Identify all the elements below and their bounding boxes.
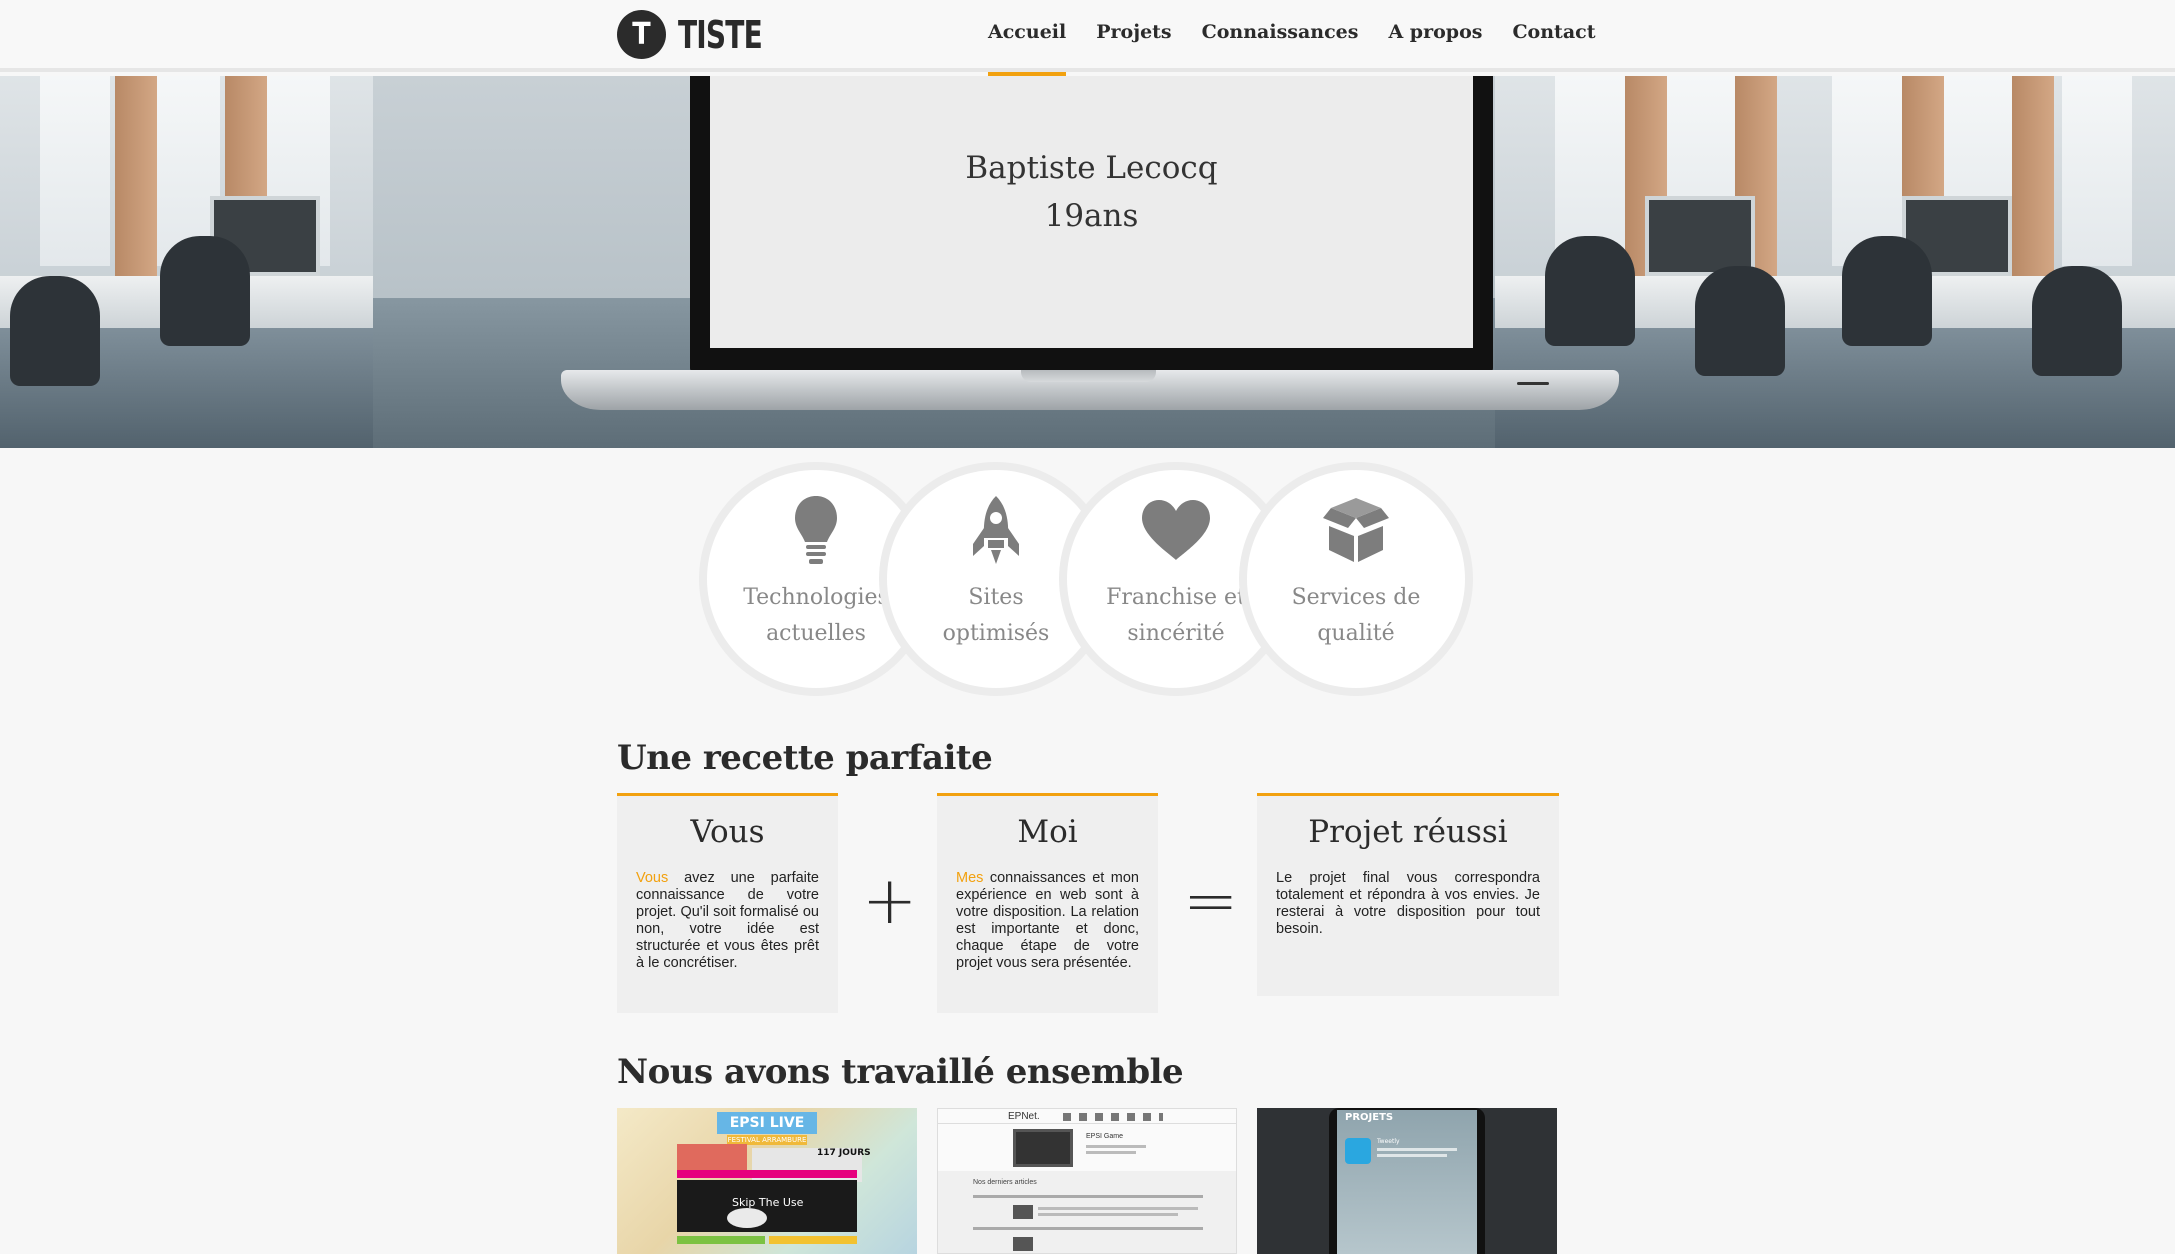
nav-a-propos[interactable]: A propos bbox=[1388, 0, 1482, 72]
logo-text: TISTE bbox=[678, 12, 763, 57]
card-text: Vous avez une parfaite connaissance de v… bbox=[636, 870, 819, 972]
nav-contact[interactable]: Contact bbox=[1512, 0, 1595, 72]
site-header: T TISTE Accueil Projets Connaissances A … bbox=[0, 0, 2175, 76]
card-body: Le projet final vous correspondra totale… bbox=[1276, 870, 1540, 937]
thumb-band: Skip The Use bbox=[732, 1196, 804, 1209]
nav-projets[interactable]: Projets bbox=[1096, 0, 1171, 72]
rocket-icon bbox=[969, 492, 1023, 568]
features-row: Technologies actuelles Sites optimisés Fra… bbox=[700, 470, 1465, 690]
hero-age: 19ans bbox=[1044, 198, 1139, 234]
nav-connaissances[interactable]: Connaissances bbox=[1202, 0, 1359, 72]
card-title: Vous bbox=[690, 814, 765, 850]
card-title: Projet réussi bbox=[1308, 814, 1508, 850]
card-vous: Vous Vous avez une parfaite connaissance… bbox=[617, 793, 838, 1013]
plus-sign: + bbox=[862, 862, 918, 939]
card-projet-reussi: Projet réussi Le projet final vous corre… bbox=[1257, 793, 1559, 996]
project-thumb-mobile-app[interactable]: PROJETS Tweetly bbox=[1257, 1108, 1557, 1254]
card-text: Mes connaissances et mon expérience en w… bbox=[956, 870, 1139, 972]
office-photo-far-right bbox=[1802, 76, 2175, 448]
laptop-screen: Baptiste Lecocq 19ans bbox=[690, 76, 1493, 374]
laptop-base bbox=[561, 370, 1619, 410]
logo[interactable]: T TISTE bbox=[617, 10, 780, 59]
work-heading: Nous avons travaillé ensemble bbox=[617, 1052, 1184, 1092]
feature-label-line1: Services de bbox=[1291, 585, 1421, 610]
feature-label-line1: Sites bbox=[968, 585, 1024, 610]
feature-label-line2: sincérité bbox=[1127, 621, 1225, 646]
laptop-display: Baptiste Lecocq 19ans bbox=[710, 76, 1473, 348]
feature-label-line1: Technologies bbox=[743, 585, 889, 610]
card-title: Moi bbox=[1017, 814, 1078, 850]
office-photo-left bbox=[0, 76, 373, 448]
heart-icon bbox=[1140, 492, 1212, 568]
feature-label-line2: actuelles bbox=[766, 621, 866, 646]
card-moi: Moi Mes connaissances et mon expérience … bbox=[937, 793, 1158, 1013]
feature-services: Services de qualité bbox=[1247, 470, 1465, 688]
project-thumb-epnet[interactable]: EPNet. EPSI Game Nos derniers articles bbox=[937, 1108, 1237, 1254]
card-highlight: Vous bbox=[636, 870, 669, 886]
box-icon bbox=[1321, 492, 1391, 568]
main-nav: Accueil Projets Connaissances A propos C… bbox=[988, 0, 1625, 76]
thumb-item: Tweetly bbox=[1377, 1138, 1400, 1145]
thumb-app: EPSI Game bbox=[1086, 1133, 1123, 1140]
card-body: connaissances et mon expérience en web s… bbox=[956, 870, 1139, 971]
equals-sign: = bbox=[1183, 862, 1239, 939]
hero-banner: Baptiste Lecocq 19ans bbox=[0, 76, 2175, 448]
thumb-brand: EPNet. bbox=[1008, 1111, 1040, 1122]
thumb-days: 117 JOURS bbox=[817, 1148, 871, 1158]
thumb-title: EPSI LIVE bbox=[717, 1112, 817, 1134]
recipe-heading: Une recette parfaite bbox=[617, 738, 993, 778]
card-highlight: Mes bbox=[956, 870, 984, 886]
feature-label-line2: optimisés bbox=[942, 621, 1050, 646]
logo-mark: T bbox=[617, 10, 666, 59]
feature-label-line2: qualité bbox=[1317, 621, 1395, 646]
project-thumb-epsi-live[interactable]: EPSI LIVE FESTIVAL ARRAMBURE 117 JOURS S… bbox=[617, 1108, 917, 1254]
nav-accueil[interactable]: Accueil bbox=[988, 0, 1067, 76]
feature-label-line1: Franchise et bbox=[1106, 585, 1246, 610]
thumb-header: PROJETS bbox=[1345, 1112, 1394, 1123]
lightbulb-icon bbox=[793, 492, 839, 568]
hero-name: Baptiste Lecocq bbox=[965, 150, 1218, 186]
thumb-section: Nos derniers articles bbox=[973, 1179, 1037, 1186]
